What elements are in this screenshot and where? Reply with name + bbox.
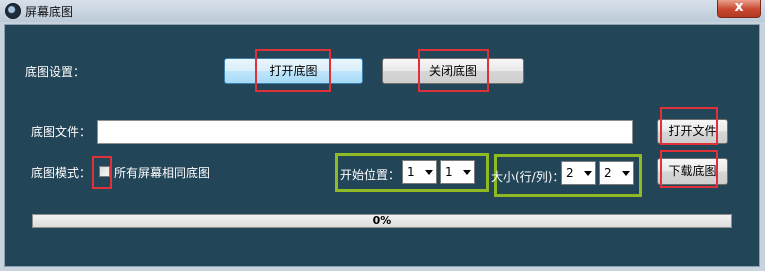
basemap-file-path-input[interactable]: [97, 120, 633, 144]
progress-text: 0%: [372, 214, 392, 227]
download-progress-bar: 0%: [32, 214, 732, 228]
chevron-down-icon: [584, 171, 592, 176]
app-window: 屏幕底图 x 底图设置： 打开底图 关闭底图 底图文件： 打开文件 底图模式： …: [0, 0, 765, 271]
chevron-down-icon: [425, 170, 433, 175]
start-col-value: 1: [445, 165, 453, 179]
close-icon: x: [734, 0, 744, 15]
annotation-box-download: [660, 150, 718, 188]
basemap-file-label: 底图文件：: [31, 125, 92, 139]
annotation-box-checkbox: [92, 156, 112, 189]
size-cols-value: 2: [604, 166, 612, 180]
title-bar[interactable]: 屏幕底图 x: [0, 0, 765, 22]
size-rows-select[interactable]: 2: [561, 161, 596, 185]
annotation-box-open-file: [660, 107, 718, 145]
size-cols-select[interactable]: 2: [599, 161, 634, 185]
window-title: 屏幕底图: [25, 5, 74, 19]
basemap-settings-label: 底图设置：: [25, 65, 86, 79]
chevron-down-icon: [622, 171, 630, 176]
annotation-box-close-basemap: [418, 49, 489, 92]
same-basemap-checkbox-label[interactable]: 所有屏幕相同底图: [114, 164, 210, 181]
start-row-select[interactable]: 1: [402, 160, 437, 184]
annotation-box-open-basemap: [255, 49, 331, 92]
size-rows-cols-label: 大小(行/列)：: [491, 170, 565, 184]
start-position-label: 开始位置：: [340, 168, 401, 182]
start-col-select[interactable]: 1: [440, 160, 475, 184]
close-button[interactable]: x: [717, 0, 761, 18]
size-rows-value: 2: [566, 166, 574, 180]
basemap-panel: 底图设置： 打开底图 关闭底图 底图文件： 打开文件 底图模式： 所有屏幕相同底…: [4, 24, 760, 267]
basemap-mode-label: 底图模式：: [31, 166, 92, 180]
start-row-value: 1: [407, 165, 415, 179]
chevron-down-icon: [463, 170, 471, 175]
app-icon: [5, 3, 21, 19]
